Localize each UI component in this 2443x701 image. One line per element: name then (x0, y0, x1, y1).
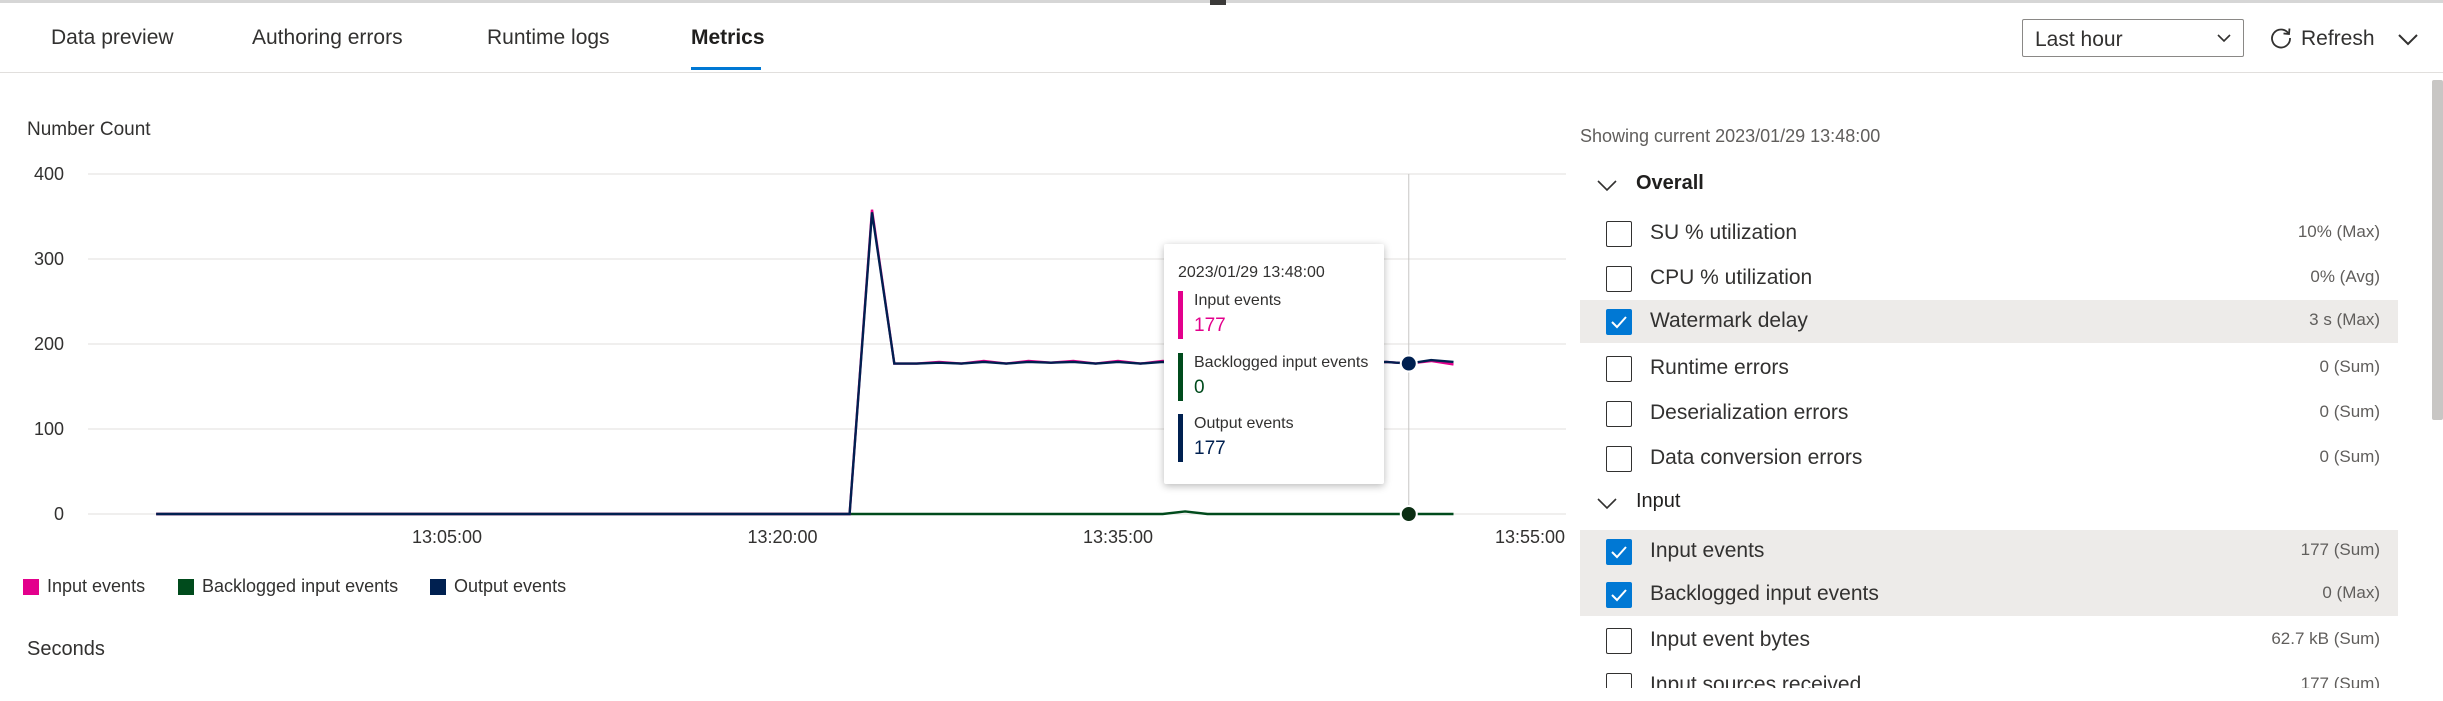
metric-value: 0 (Sum) (2319, 402, 2380, 421)
panel-clip: Input sources received 177 (Sum) (1580, 664, 2398, 688)
tooltip-color-bar (1178, 353, 1183, 401)
hover-point-backlog (1399, 505, 1418, 523)
tooltip-label: Input events (1194, 292, 1282, 309)
tooltip-time: 2023/01/29 13:48:00 (1178, 264, 1325, 281)
checkbox[interactable] (1606, 446, 1632, 472)
checkbox[interactable] (1606, 628, 1632, 654)
legend-swatch (178, 579, 194, 595)
chevron-down-icon (1596, 174, 1618, 201)
legend-label: Input events (47, 576, 146, 596)
metric-value: 3 s (Max) (2309, 310, 2380, 329)
x-tick-label: 13:35:00 (1083, 527, 1153, 547)
collapse-panel-button[interactable] (2393, 24, 2423, 54)
legend-label: Output events (454, 576, 567, 596)
metric-label: Deserialization errors (1650, 401, 1849, 424)
checkmark-icon (1611, 546, 1627, 559)
tab-data-preview[interactable]: Data preview (51, 26, 174, 50)
checkbox-checked[interactable] (1606, 539, 1632, 565)
chart-title: Number Count (27, 119, 151, 140)
tab-runtime-logs[interactable]: Runtime logs (487, 26, 610, 50)
hover-point-output (1399, 354, 1418, 373)
metric-value: 177 (Sum) (2300, 674, 2380, 688)
y-tick-label: 300 (34, 249, 64, 269)
chart-tooltip: 2023/01/29 13:48:00 Input events 177 Bac… (1164, 244, 1384, 484)
tooltip-color-bar (1178, 291, 1183, 339)
metric-value: 177 (Sum) (2300, 540, 2380, 559)
y-tick-label: 100 (34, 419, 64, 439)
tooltip-label: Output events (1194, 415, 1294, 432)
x-tick-label: 13:05:00 (412, 527, 482, 547)
chevron-down-icon (1596, 492, 1618, 519)
tooltip-color-bar (1178, 414, 1183, 462)
tooltip-value: 0 (1194, 377, 1205, 398)
x-tick-label: 13:20:00 (747, 527, 817, 547)
checkmark-icon (1611, 316, 1627, 329)
legend-swatch (430, 579, 446, 595)
checkbox-checked[interactable] (1606, 309, 1632, 335)
tab-metrics[interactable]: Metrics (691, 26, 765, 50)
section-label: Input (1636, 490, 1681, 512)
legend-swatch (23, 579, 39, 595)
refresh-label: Refresh (2301, 27, 2375, 50)
metric-value: 0 (Max) (2322, 583, 2380, 602)
section-overall[interactable]: Overall (1580, 164, 2398, 204)
panel-scrollbar[interactable] (2432, 80, 2443, 420)
section-input[interactable]: Input (1580, 482, 2398, 522)
x-tick-label: 13:55:00 (1495, 527, 1565, 547)
metric-watermark-delay[interactable]: Watermark delay 3 s (Max) (1580, 300, 2398, 343)
metric-value: 0 (Sum) (2319, 357, 2380, 376)
metric-label: Watermark delay (1650, 309, 1808, 332)
legend-label: Backlogged input events (202, 576, 399, 596)
metric-label: SU % utilization (1650, 221, 1798, 244)
checkbox[interactable] (1606, 401, 1632, 427)
metric-label: Backlogged input events (1650, 582, 1879, 605)
metric-label: Runtime errors (1650, 356, 1789, 379)
checkbox[interactable] (1606, 673, 1632, 688)
time-range-dropdown[interactable]: Last hour (2022, 19, 2244, 57)
checkbox-checked[interactable] (1606, 582, 1632, 608)
metric-data-conversion-errors[interactable]: Data conversion errors 0 (Sum) (1580, 437, 2398, 480)
chevron-down-icon (2215, 29, 2233, 52)
chevron-down-icon (2393, 34, 2423, 58)
checkmark-icon (1611, 589, 1627, 602)
refresh-icon (2268, 25, 2294, 56)
metric-input-events[interactable]: Input events 177 (Sum) (1580, 530, 2398, 573)
metric-deserialization-errors[interactable]: Deserialization errors 0 (Sum) (1580, 392, 2398, 435)
tab-bar: Data preview Authoring errors Runtime lo… (0, 0, 2443, 73)
metric-value: 0 (Sum) (2319, 447, 2380, 466)
seconds-chart-title: Seconds (27, 638, 105, 660)
metric-input-sources-received[interactable]: Input sources received 177 (Sum) (1580, 664, 2398, 688)
checkbox[interactable] (1606, 266, 1632, 292)
metric-cpu-utilization[interactable]: CPU % utilization 0% (Avg) (1580, 257, 2398, 300)
metric-label: CPU % utilization (1650, 266, 1813, 289)
metric-value: 62.7 kB (Sum) (2271, 629, 2380, 648)
metric-input-event-bytes[interactable]: Input event bytes 62.7 kB (Sum) (1580, 619, 2398, 662)
metric-label: Input sources received (1650, 673, 1862, 688)
metric-runtime-errors[interactable]: Runtime errors 0 (Sum) (1580, 347, 2398, 390)
tooltip-label: Backlogged input events (1194, 354, 1369, 371)
metric-backlogged-input-events[interactable]: Backlogged input events 0 (Max) (1580, 573, 2398, 616)
checkbox[interactable] (1606, 221, 1632, 247)
metric-su-utilization[interactable]: SU % utilization 10% (Max) (1580, 212, 2398, 255)
tab-authoring-errors[interactable]: Authoring errors (252, 26, 403, 50)
metric-label: Input events (1650, 539, 1765, 562)
y-tick-label: 0 (54, 504, 64, 524)
metric-label: Data conversion errors (1650, 446, 1863, 469)
time-range-value: Last hour (2035, 28, 2123, 51)
metric-label: Input event bytes (1650, 628, 1810, 651)
section-label: Overall (1636, 172, 1704, 194)
y-tick-label: 200 (34, 334, 64, 354)
metric-value: 10% (Max) (2297, 222, 2380, 241)
metric-value: 0% (Avg) (2310, 267, 2380, 286)
active-tab-indicator (691, 67, 761, 70)
tooltip-value: 177 (1194, 315, 1226, 336)
y-tick-label: 400 (34, 164, 64, 184)
tooltip-value: 177 (1194, 438, 1226, 459)
showing-current-label: Showing current 2023/01/29 13:48:00 (1580, 126, 1881, 146)
checkbox[interactable] (1606, 356, 1632, 382)
